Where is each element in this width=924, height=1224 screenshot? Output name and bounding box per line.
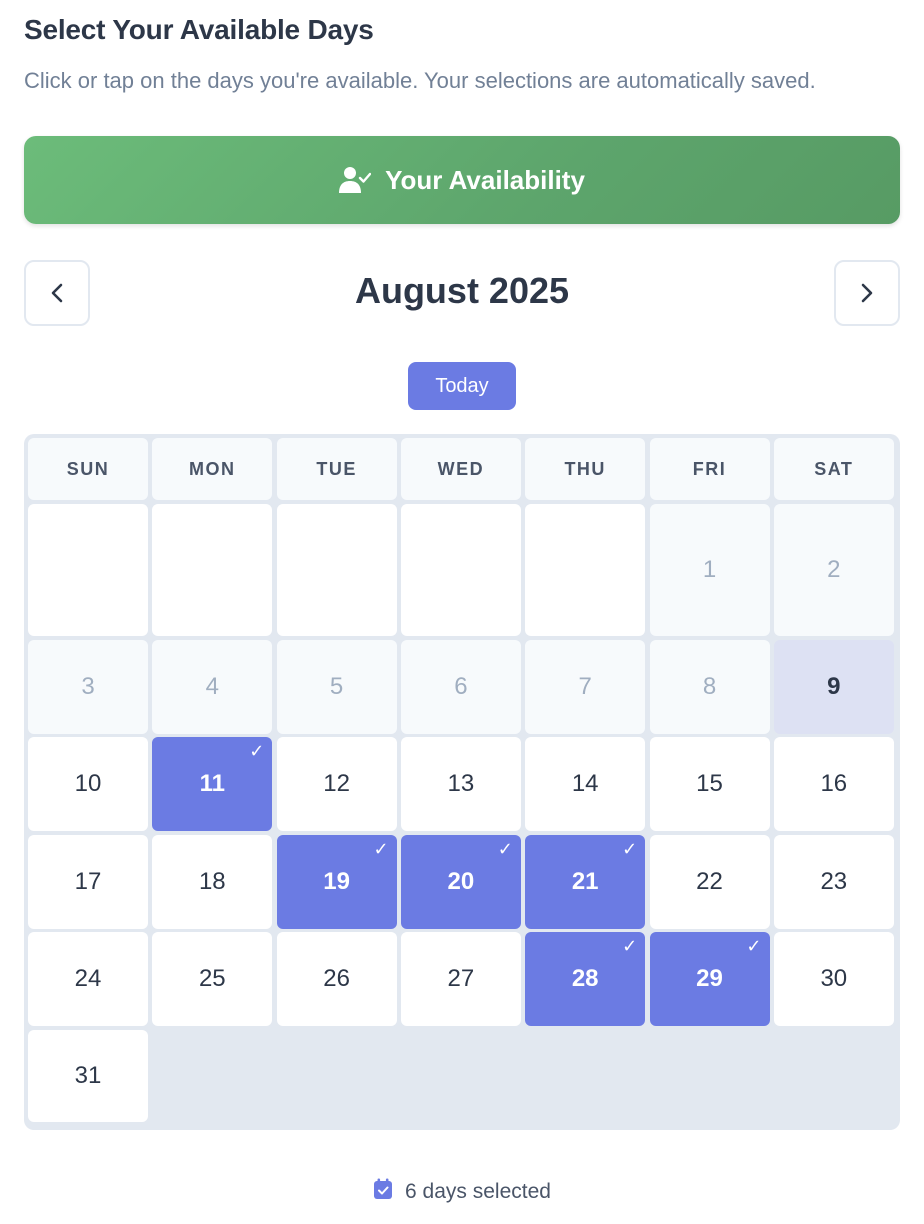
day-cell-7: 7 (525, 640, 646, 734)
day-number: 1 (702, 556, 717, 583)
day-cell-27[interactable]: 27 (400, 932, 521, 1026)
weekday-header-tue: TUE (276, 438, 397, 500)
day-number: 19 (323, 868, 350, 895)
day-number: 9 (827, 673, 841, 700)
day-cell-21[interactable]: 21 ✓ (525, 835, 646, 929)
day-cell-15[interactable]: 15 (649, 737, 770, 831)
selected-count-text: 6 days selected (405, 1180, 551, 1203)
day-number: 30 (820, 965, 848, 992)
day-cell-4: 4 (152, 640, 273, 734)
day-number: 10 (74, 770, 102, 797)
day-number: 22 (696, 868, 723, 895)
next-month-button[interactable] (834, 260, 900, 326)
day-number: 3 (81, 673, 95, 700)
weekday-header-sun: SUN (28, 438, 148, 500)
day-cell-1: 1 (649, 504, 770, 636)
day-number: 26 (323, 965, 350, 992)
weekday-header-fri: FRI (649, 438, 770, 500)
day-cell-23[interactable]: 23 (773, 835, 894, 929)
day-cell-18[interactable]: 18 (152, 835, 273, 929)
day-cell-26[interactable]: 26 (276, 932, 397, 1026)
chevron-right-icon (861, 283, 873, 303)
weekday-header-wed: WED (400, 438, 521, 500)
day-cell-3: 3 (28, 640, 148, 734)
chevron-left-icon (51, 283, 63, 303)
day-number: 15 (696, 770, 723, 797)
page-subtitle: Click or tap on the days you're availabl… (24, 68, 816, 93)
day-cell-28[interactable]: 28 ✓ (525, 932, 646, 1026)
checkmark-icon: ✓ (249, 741, 265, 762)
calendar-grid: SUN MON TUE WED THU FRI SAT 1 2 3 4 5 6 7 8 9 10 11 ✓ 12 13 1… (24, 434, 900, 1130)
checkmark-icon: ✓ (373, 839, 389, 860)
day-cell-14[interactable]: 14 (525, 737, 646, 831)
previous-month-button[interactable] (24, 260, 90, 326)
day-number: 29 (696, 965, 723, 992)
checkmark-icon: ✓ (622, 839, 638, 860)
day-cell-25[interactable]: 25 (152, 932, 273, 1026)
day-cell-6: 6 (400, 640, 521, 734)
page-title: Select Your Available Days (24, 14, 374, 45)
day-number: 8 (702, 673, 717, 700)
selection-summary: 6 days selected (0, 1178, 924, 1206)
day-number: 6 (454, 673, 468, 700)
availability-banner: Your Availability (24, 136, 900, 224)
day-cell-19[interactable]: 19 ✓ (276, 835, 397, 929)
empty-day-cell (400, 504, 521, 636)
day-number: 25 (198, 965, 226, 992)
day-cell-9[interactable]: 9 (773, 640, 894, 734)
day-number: 23 (820, 868, 848, 895)
day-cell-5: 5 (276, 640, 397, 734)
empty-day-cell (152, 504, 273, 636)
month-title: August 2025 (354, 270, 570, 311)
day-number: 31 (74, 1062, 102, 1089)
day-cell-11[interactable]: 11 ✓ (152, 737, 273, 831)
day-number: 27 (447, 965, 475, 992)
day-number: 7 (578, 673, 592, 700)
day-cell-2: 2 (773, 504, 894, 636)
checkmark-icon: ✓ (497, 839, 513, 860)
day-number: 4 (205, 673, 219, 700)
day-cell-29[interactable]: 29 ✓ (649, 932, 770, 1026)
empty-day-cell (28, 504, 148, 636)
day-cell-22[interactable]: 22 (649, 835, 770, 929)
day-cell-30[interactable]: 30 (773, 932, 894, 1026)
day-cell-13[interactable]: 13 (400, 737, 521, 831)
day-number: 13 (447, 770, 475, 797)
day-number: 21 (571, 868, 599, 895)
checkmark-icon: ✓ (746, 936, 762, 957)
day-cell-20[interactable]: 20 ✓ (400, 835, 521, 929)
day-number: 14 (571, 770, 599, 797)
weekday-header-mon: MON (152, 438, 273, 500)
day-cell-16[interactable]: 16 (773, 737, 894, 831)
day-number: 2 (827, 556, 841, 583)
day-cell-8: 8 (649, 640, 770, 734)
day-number: 5 (329, 673, 344, 700)
empty-day-cell (276, 504, 397, 636)
day-cell-10[interactable]: 10 (28, 737, 148, 831)
day-number: 11 (199, 770, 225, 797)
day-number: 18 (198, 868, 226, 895)
day-cell-24[interactable]: 24 (28, 932, 148, 1026)
day-cell-12[interactable]: 12 (276, 737, 397, 831)
weekday-header-thu: THU (525, 438, 646, 500)
availability-page: Select Your Available Days Click or tap … (0, 0, 924, 1224)
user-check-icon (339, 166, 372, 194)
availability-banner-label: Your Availability (385, 164, 585, 195)
calendar-check-icon (373, 1178, 393, 1206)
day-number: 20 (447, 868, 475, 895)
today-button[interactable]: Today (408, 362, 516, 410)
weekday-header-sat: SAT (773, 438, 894, 500)
day-number: 28 (571, 965, 599, 992)
day-cell-31[interactable]: 31 (28, 1030, 148, 1122)
day-number: 16 (820, 770, 848, 797)
empty-day-cell (525, 504, 646, 636)
day-number: 12 (323, 770, 350, 797)
day-number: 17 (74, 868, 102, 895)
checkmark-icon: ✓ (622, 936, 638, 957)
day-cell-17[interactable]: 17 (28, 835, 148, 929)
day-number: 24 (74, 965, 102, 992)
